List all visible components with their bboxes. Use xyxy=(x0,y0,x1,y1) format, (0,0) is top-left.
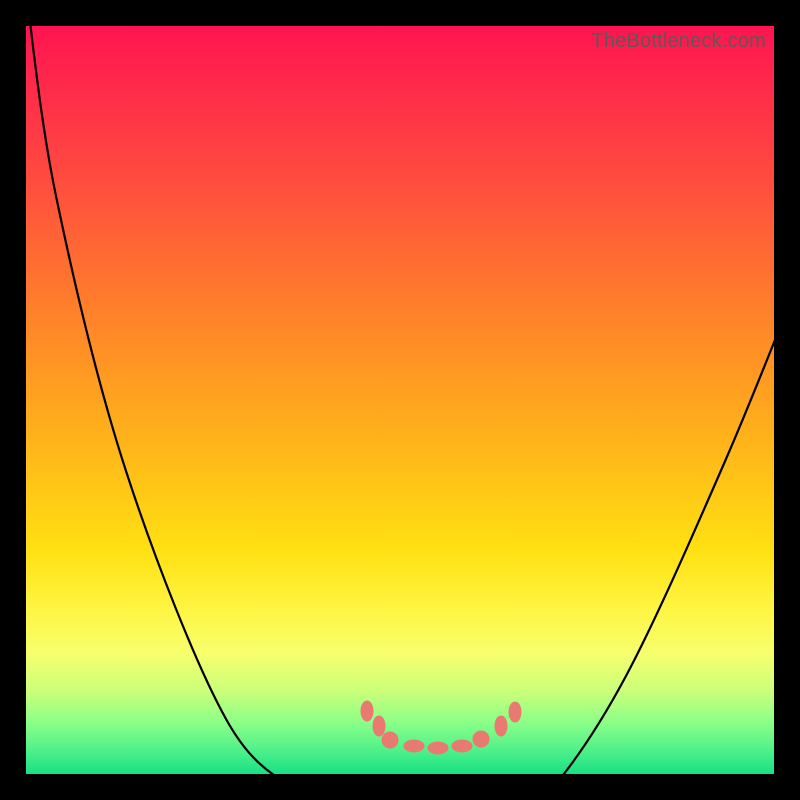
curve-marker xyxy=(404,740,424,752)
curve-marker xyxy=(361,701,373,721)
bottleneck-curve xyxy=(26,26,774,774)
curve-marker xyxy=(473,731,489,747)
curve-marker xyxy=(382,732,398,748)
curve-marker xyxy=(509,702,521,722)
curve-line xyxy=(26,0,800,800)
chart-frame: TheBottleneck.com xyxy=(0,0,800,800)
curve-marker xyxy=(495,716,507,736)
bottom-markers xyxy=(361,701,521,754)
plot-area: TheBottleneck.com xyxy=(26,26,774,774)
curve-marker xyxy=(373,716,385,736)
curve-marker xyxy=(452,740,472,752)
curve-marker xyxy=(428,742,448,754)
